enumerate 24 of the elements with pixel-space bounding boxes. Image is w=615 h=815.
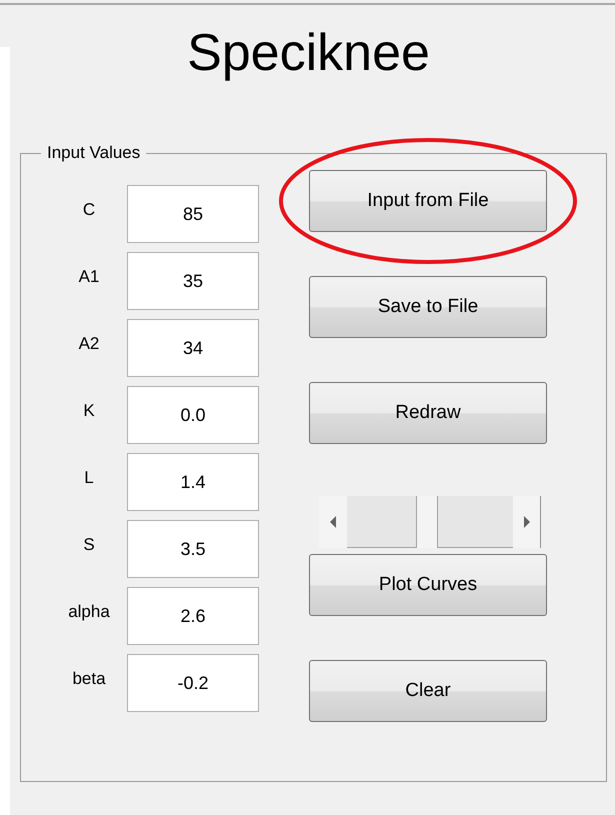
input-field[interactable]: -0.2 xyxy=(127,654,259,712)
input-field[interactable]: 3.5 xyxy=(127,520,259,578)
push-button[interactable]: Clear xyxy=(309,660,547,722)
slider-thumb[interactable] xyxy=(416,496,438,548)
slider[interactable] xyxy=(319,496,541,548)
field-label: beta xyxy=(71,668,107,688)
push-button[interactable]: Plot Curves xyxy=(309,554,547,616)
field-label: C xyxy=(82,199,96,219)
input-field[interactable]: 1.4 xyxy=(127,453,259,511)
input-field[interactable]: 35 xyxy=(127,252,259,310)
field-label: alpha xyxy=(67,601,111,621)
field-label: L xyxy=(83,467,95,487)
window-title: Speciknee xyxy=(186,27,431,79)
input-field[interactable]: 85 xyxy=(127,185,259,243)
field-label: A2 xyxy=(78,333,100,353)
input-field[interactable]: 0.0 xyxy=(127,386,259,444)
input-field[interactable]: 34 xyxy=(127,319,259,377)
field-label: K xyxy=(82,400,96,420)
field-label: S xyxy=(82,534,96,554)
push-button[interactable]: Redraw xyxy=(309,382,547,444)
field-label: A1 xyxy=(78,266,100,286)
push-button[interactable]: Input from File xyxy=(309,170,547,232)
input-field[interactable]: 2.6 xyxy=(127,587,259,645)
push-button[interactable]: Save to File xyxy=(309,276,547,338)
